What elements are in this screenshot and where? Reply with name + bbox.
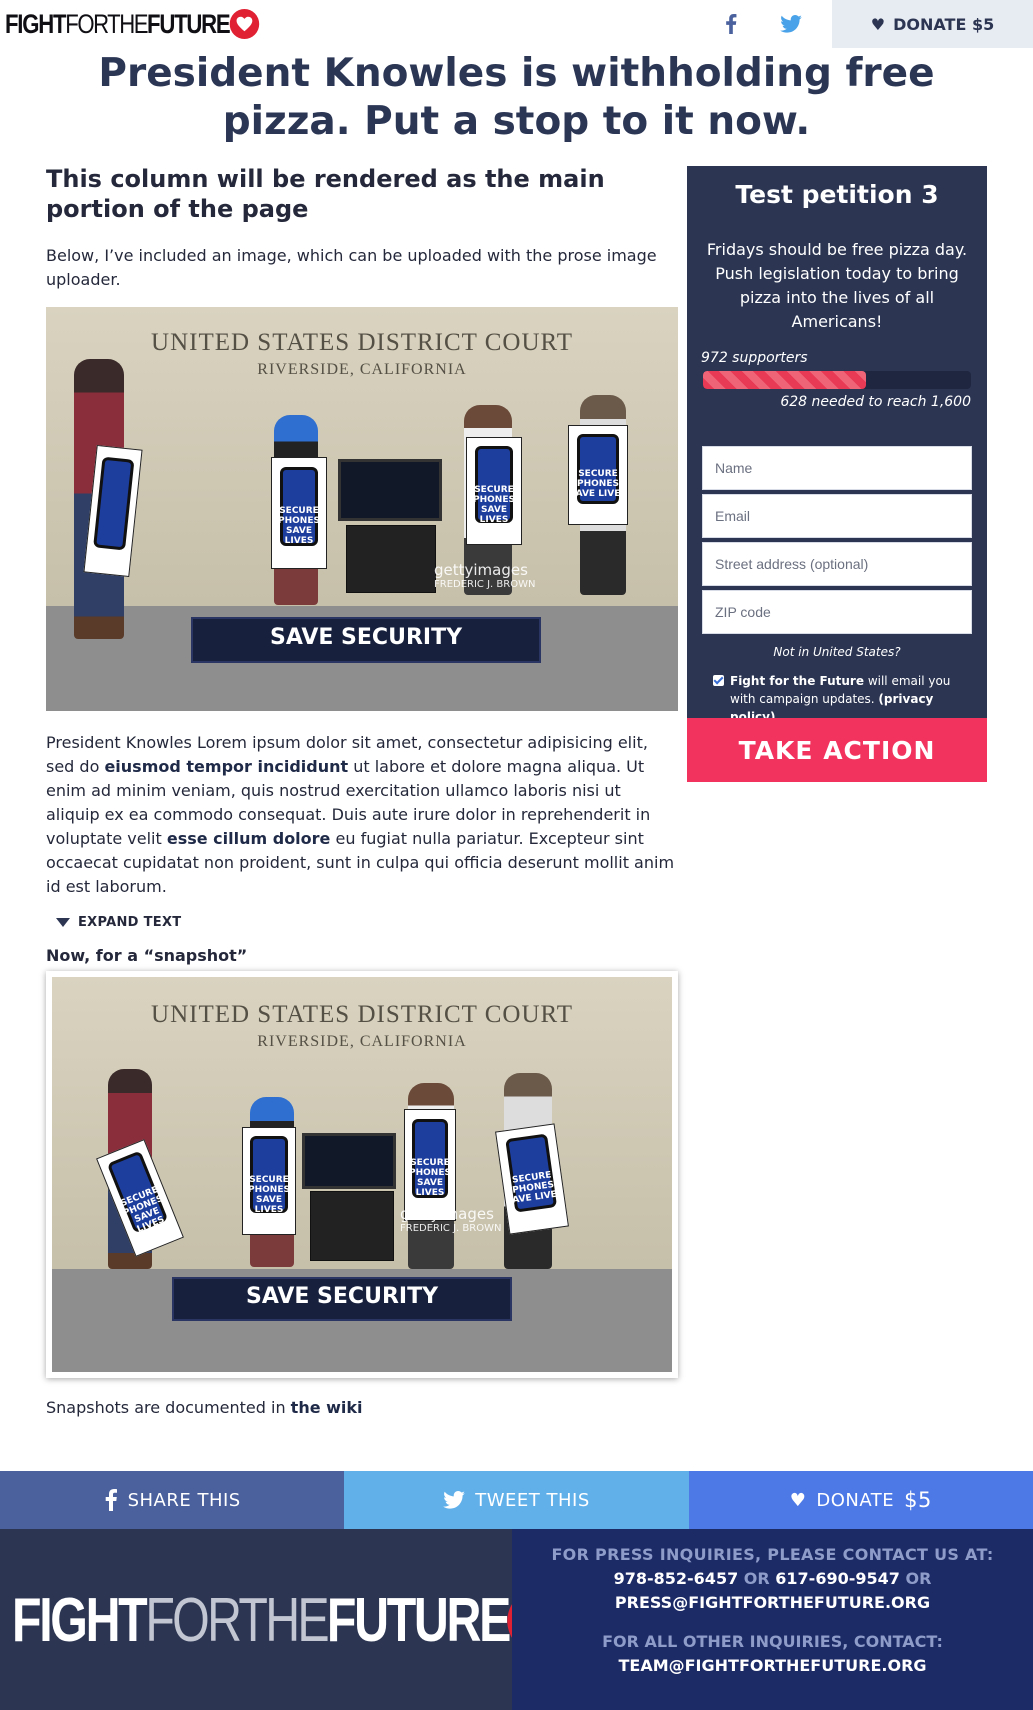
photo-poster: SECURE PHONES SAVE LIVES	[271, 457, 327, 569]
intro-text: Below, I’ve included an image, which can…	[46, 246, 657, 289]
logo-word-fight: FIGHT	[12, 1586, 148, 1655]
snapshot-photo: UNITED STATES DISTRICT COURT RIVERSIDE, …	[52, 977, 672, 1372]
poster-text: SECURE PHONES SAVE LIVES	[569, 469, 627, 500]
facebook-icon[interactable]	[716, 9, 746, 39]
body-paragraph: President Knowles Lorem ipsum dolor sit …	[46, 731, 678, 899]
press-email-link[interactable]: PRESS@FIGHTFORTHEFUTURE.ORG	[512, 1593, 1033, 1612]
optin-org: Fight for the Future	[730, 674, 864, 688]
snapshot-frame: UNITED STATES DISTRICT COURT RIVERSIDE, …	[46, 971, 678, 1378]
other-inquiries-title: FOR ALL OTHER INQUIRIES, CONTACT:	[602, 1632, 943, 1651]
header-donate-label: DONATE $5	[893, 14, 995, 34]
photo-box	[346, 525, 436, 593]
logo-word-forthe: FORTHE	[65, 8, 148, 39]
photo-watermark: gettyimages	[434, 561, 528, 579]
team-email-link[interactable]: TEAM@FIGHTFORTHEFUTURE.ORG	[512, 1656, 1033, 1675]
poster-text: SECURE PHONES SAVE LIVES	[248, 1174, 290, 1215]
supporters-needed: 628 needed to reach 1,600	[780, 394, 971, 410]
wiki-link[interactable]: the wiki	[291, 1398, 363, 1417]
heart-icon: ♥	[870, 14, 886, 34]
supporters-count: 972 supporters	[701, 350, 808, 366]
or-separator: OR	[743, 1569, 770, 1588]
expand-text-label: EXPAND TEXT	[78, 915, 182, 930]
press-phone-1[interactable]: 978-852-6457	[614, 1569, 739, 1588]
or-separator: OR	[905, 1569, 932, 1588]
photo-sign-line2: RIVERSIDE, CALIFORNIA	[257, 1033, 467, 1050]
petition-title: Test petition 3	[735, 180, 939, 209]
press-phone-2[interactable]: 617-690-9547	[775, 1569, 900, 1588]
donate-label: DONATE	[816, 1489, 895, 1511]
site-footer: FIGHT FORTHE FUTURE FOR PRESS INQUIRIES, P…	[0, 1529, 1033, 1710]
share-bar: SHARE THIS TWEET THIS ♥ DONATE $5	[0, 1471, 1033, 1529]
photo-sign-line1: UNITED STATES DISTRICT COURT	[151, 1001, 573, 1028]
court-protest-photo: UNITED STATES DISTRICT COURT RIVERSIDE, …	[46, 307, 678, 711]
snapshot-caption-prefix: Snapshots are documented in	[46, 1398, 291, 1417]
photo-poster: SECURE PHONES SAVE LIVES	[242, 1127, 296, 1235]
tweet-button[interactable]: TWEET THIS	[344, 1471, 689, 1529]
progress-fill	[703, 371, 866, 389]
heart-icon	[229, 9, 259, 39]
photo-credit: FREDERIC J. BROWN	[434, 579, 536, 590]
twitter-icon	[443, 1491, 466, 1509]
site-header: FIGHT FORTHE FUTURE ♥ DONATE $5	[0, 0, 1033, 48]
main-column: This column will be rendered as the main…	[46, 164, 678, 1417]
photo-poster: SECURE PHONES SAVE LIVES	[568, 425, 628, 525]
poster-text: SECURE PHONES SAVE LIVES	[473, 484, 515, 525]
photo-mat-text: SAVE SECURITY	[245, 1284, 439, 1309]
logo-word-future: FUTURE	[147, 8, 231, 39]
petition-sidebar: Test petition 3 Fridays should be free p…	[687, 166, 987, 782]
photo-box	[310, 1191, 394, 1261]
press-phones: 978-852-6457 OR 617-690-9547 OR	[512, 1569, 1033, 1588]
not-in-us-link[interactable]: Not in United States?	[687, 645, 987, 659]
footer-logo[interactable]: FIGHT FORTHE FUTURE	[12, 1585, 570, 1656]
photo-tv	[302, 1133, 396, 1189]
donate-amount: $5	[904, 1488, 932, 1512]
name-field[interactable]	[702, 446, 972, 490]
photo-sign-line2: RIVERSIDE, CALIFORNIA	[257, 361, 467, 378]
logo-word-fight: FIGHT	[5, 8, 66, 39]
heart-icon: ♥	[789, 1489, 807, 1511]
share-facebook-button[interactable]: SHARE THIS	[0, 1471, 345, 1529]
caret-down-icon	[56, 918, 70, 927]
site-logo[interactable]: FIGHT FORTHE FUTURE	[5, 8, 259, 40]
logo-word-future: FUTURE	[326, 1586, 511, 1655]
poster-text: SECURE PHONES SAVE LIVES	[278, 506, 320, 547]
header-donate-button[interactable]: ♥ DONATE $5	[832, 0, 1033, 48]
share-label: SHARE THIS	[127, 1489, 241, 1511]
tweet-label: TWEET THIS	[475, 1489, 590, 1511]
photo-watermark: gettyimages	[400, 1205, 494, 1223]
photo-mat: SAVE SECURITY	[191, 617, 541, 663]
snapshot-caption: Snapshots are documented in the wiki	[46, 1398, 678, 1417]
snapshot-label: Now, for a “snapshot”	[46, 946, 248, 965]
footer-contact-panel: FOR PRESS INQUIRIES, PLEASE CONTACT US A…	[512, 1529, 1033, 1710]
body-bold-1: eiusmod tempor incididunt	[104, 757, 349, 776]
twitter-icon[interactable]	[776, 9, 806, 39]
progress-bar	[703, 371, 971, 389]
photo-mat-text: SAVE SECURITY	[269, 625, 463, 650]
photo-sign-line1: UNITED STATES DISTRICT COURT	[151, 329, 573, 356]
footer-donate-button[interactable]: ♥ DONATE $5	[688, 1471, 1033, 1529]
zip-code-field[interactable]	[702, 590, 972, 634]
optin-checkbox[interactable]	[713, 675, 724, 686]
press-inquiries-title: FOR PRESS INQUIRIES, PLEASE CONTACT US A…	[551, 1545, 994, 1564]
email-field[interactable]	[702, 494, 972, 538]
photo-tv	[338, 459, 442, 521]
expand-text-button[interactable]: EXPAND TEXT	[56, 915, 678, 930]
photo-credit: FREDERIC J. BROWN	[400, 1223, 502, 1234]
take-action-button[interactable]: TAKE ACTION	[687, 718, 987, 782]
street-address-field[interactable]	[702, 542, 972, 586]
footer-logo-panel: FIGHT FORTHE FUTURE	[0, 1529, 570, 1710]
petition-description: Fridays should be free pizza day. Push l…	[706, 240, 968, 331]
body-bold-2: esse cillum dolore	[166, 829, 331, 848]
facebook-icon	[105, 1489, 117, 1511]
logo-word-forthe: FORTHE	[145, 1586, 329, 1655]
page-headline: President Knowles is withholding free pi…	[98, 51, 935, 144]
main-title: This column will be rendered as the main…	[46, 165, 605, 223]
photo-mat: SAVE SECURITY	[172, 1277, 512, 1321]
poster-text: SECURE PHONES SAVE LIVES	[409, 1158, 451, 1199]
photo-poster: SECURE PHONES SAVE LIVES	[466, 437, 522, 545]
